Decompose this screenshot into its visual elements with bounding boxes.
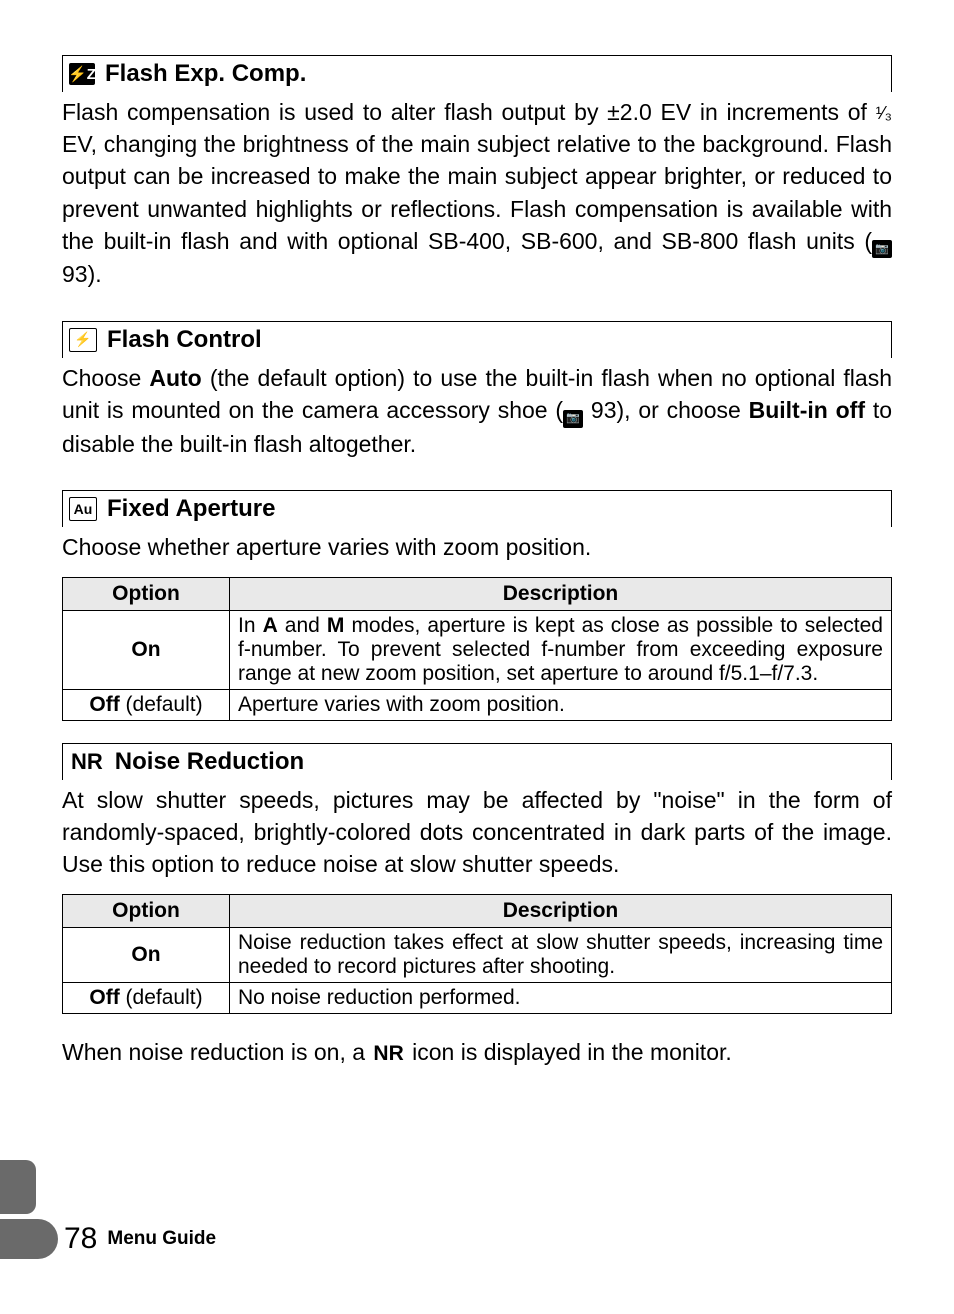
option-cell: On xyxy=(63,610,230,689)
bold-text: Off xyxy=(89,986,119,1009)
reference-icon: 📷 xyxy=(563,410,583,428)
description-cell: Noise reduction takes effect at slow shu… xyxy=(230,928,892,983)
option-cell: On xyxy=(63,928,230,983)
footer-title: Menu Guide xyxy=(107,1228,216,1250)
table-row: Off (default) Aperture varies with zoom … xyxy=(63,689,892,720)
footer-tab xyxy=(0,1219,58,1259)
fixed-aperture-table: Option Description On In A and M modes, … xyxy=(62,577,892,721)
reference-icon: 📷 xyxy=(872,240,892,258)
nr-icon: NR xyxy=(371,1042,405,1065)
bold-text: Built-in off xyxy=(749,397,865,423)
table-row: On In A and M modes, aperture is kept as… xyxy=(63,610,892,689)
page-ref: 93), or choose xyxy=(583,397,749,423)
table-header-description: Description xyxy=(230,895,892,928)
text: (default) xyxy=(120,986,203,1009)
noise-reduction-table: Option Description On Noise reduction ta… xyxy=(62,894,892,1014)
page-number: 78 xyxy=(64,1222,97,1256)
table-row: On Noise reduction takes effect at slow … xyxy=(63,928,892,983)
description-cell: No noise reduction performed. xyxy=(230,983,892,1014)
fraction: ¹⁄₃ xyxy=(876,103,892,123)
page-ref: 93). xyxy=(62,261,102,287)
option-cell: Off (default) xyxy=(63,983,230,1014)
table-header-option: Option xyxy=(63,577,230,610)
section-title: Fixed Aperture xyxy=(107,495,275,523)
page-footer: 78 Menu Guide xyxy=(0,1219,216,1259)
fixed-aperture-icon: Au xyxy=(69,497,97,521)
section-title: Noise Reduction xyxy=(115,748,304,776)
flash-control-icon: ⚡ xyxy=(69,328,97,352)
text: (default) xyxy=(120,693,203,716)
text: and xyxy=(278,614,327,637)
bold-text: Off xyxy=(89,693,119,716)
section-header-flash-exp-comp: ⚡Z Flash Exp. Comp. xyxy=(62,55,892,92)
section-title: Flash Control xyxy=(107,326,262,354)
text: icon is displayed in the monitor. xyxy=(406,1039,732,1065)
table-header-option: Option xyxy=(63,895,230,928)
section-header-fixed-aperture: Au Fixed Aperture xyxy=(62,490,892,527)
table-header-description: Description xyxy=(230,577,892,610)
section-header-flash-control: ⚡ Flash Control xyxy=(62,321,892,358)
fixed-aperture-intro: Choose whether aperture varies with zoom… xyxy=(62,531,892,563)
option-cell: Off (default) xyxy=(63,689,230,720)
description-cell: In A and M modes, aperture is kept as cl… xyxy=(230,610,892,689)
bold-text: A xyxy=(263,614,278,637)
section-header-noise-reduction: NR Noise Reduction xyxy=(62,743,892,780)
text: In xyxy=(238,614,263,637)
side-tab xyxy=(0,1160,36,1214)
description-cell: Aperture varies with zoom position. xyxy=(230,689,892,720)
flash-z-icon: ⚡Z xyxy=(69,63,95,85)
flash-exp-comp-body: Flash compensation is used to alter flas… xyxy=(62,96,892,291)
nr-icon: NR xyxy=(69,749,105,775)
text: EV, changing the brightness of the main … xyxy=(62,131,892,254)
section-title: Flash Exp. Comp. xyxy=(105,60,306,88)
table-row: Off (default) No noise reduction perform… xyxy=(63,983,892,1014)
noise-reduction-intro: At slow shutter speeds, pictures may be … xyxy=(62,784,892,881)
text: Flash compensation is used to alter flas… xyxy=(62,99,876,125)
text: When noise reduction is on, a xyxy=(62,1039,371,1065)
flash-control-body: Choose Auto (the default option) to use … xyxy=(62,362,892,460)
bold-text: Auto xyxy=(149,365,201,391)
noise-reduction-note: When noise reduction is on, a NR icon is… xyxy=(62,1036,892,1068)
text: Choose xyxy=(62,365,149,391)
bold-text: M xyxy=(327,614,345,637)
